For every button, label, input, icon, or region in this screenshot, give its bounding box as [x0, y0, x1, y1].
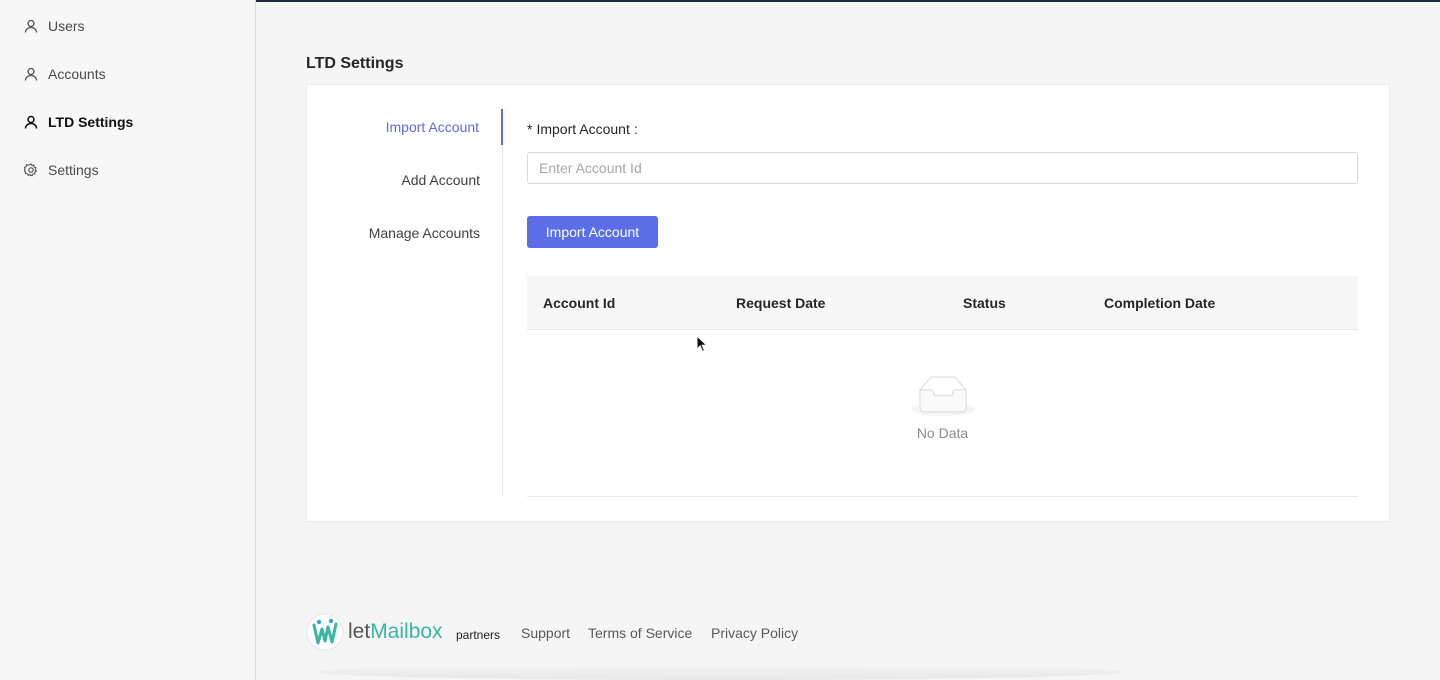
mouse-cursor-icon	[696, 335, 708, 353]
bottom-shadow	[320, 664, 1120, 680]
column-header-request-date: Request Date	[736, 295, 826, 311]
sidebar-item-label: Users	[48, 18, 85, 34]
sidebar-item-settings[interactable]: Settings	[0, 150, 255, 190]
column-header-status: Status	[963, 295, 1006, 311]
import-account-label-text: Import Account	[536, 121, 630, 137]
logo-partners-text: partners	[456, 628, 501, 642]
gear-icon	[24, 163, 38, 177]
column-header-account-id: Account Id	[543, 295, 616, 311]
footer-link-terms[interactable]: Terms of Service	[588, 625, 692, 641]
label-colon: :	[633, 121, 638, 137]
footer-link-privacy[interactable]: Privacy Policy	[711, 625, 798, 641]
tab-import-account[interactable]: Import Account	[307, 109, 503, 145]
settings-card: Import Account Add Account Manage Accoun…	[306, 84, 1390, 522]
footer-link-support[interactable]: Support	[521, 625, 570, 641]
import-account-label: * Import Account:	[527, 121, 638, 137]
required-mark: *	[527, 121, 533, 137]
logo-mark-icon	[306, 613, 344, 651]
empty-state-text: No Data	[916, 425, 969, 441]
vertical-tabs: Import Account Add Account Manage Accoun…	[307, 109, 503, 497]
empty-state: No Data	[527, 376, 1358, 441]
user-icon	[24, 115, 38, 129]
user-icon	[24, 67, 38, 81]
tab-manage-accounts[interactable]: Manage Accounts	[306, 215, 502, 251]
sidebar-item-label: Settings	[48, 162, 99, 178]
empty-inbox-icon	[910, 376, 975, 416]
column-header-completion-date: Completion Date	[1104, 295, 1216, 311]
logo-brand: Mailbox	[370, 620, 443, 643]
logo-wordmark: letMailbox	[348, 620, 443, 644]
sidebar: Users Accounts LTD Settings Settings	[0, 0, 256, 680]
sidebar-item-label: Accounts	[48, 66, 106, 82]
footer: letMailbox partners Support Terms of Ser…	[306, 612, 906, 652]
tab-add-account[interactable]: Add Account	[306, 162, 502, 198]
sidebar-item-ltd-settings[interactable]: LTD Settings	[0, 102, 255, 142]
sidebar-item-accounts[interactable]: Accounts	[0, 54, 255, 94]
import-account-button[interactable]: Import Account	[527, 216, 658, 248]
account-id-input[interactable]	[527, 152, 1358, 184]
table-header: Account Id Request Date Status Completio…	[527, 276, 1358, 330]
user-icon	[24, 19, 38, 33]
sidebar-item-users[interactable]: Users	[0, 6, 255, 46]
page-title: LTD Settings	[306, 55, 404, 72]
logo-prefix: let	[348, 620, 371, 643]
letmailbox-logo[interactable]: letMailbox partners	[306, 612, 506, 652]
import-requests-table: Account Id Request Date Status Completio…	[527, 276, 1358, 497]
sidebar-item-label: LTD Settings	[48, 114, 134, 130]
